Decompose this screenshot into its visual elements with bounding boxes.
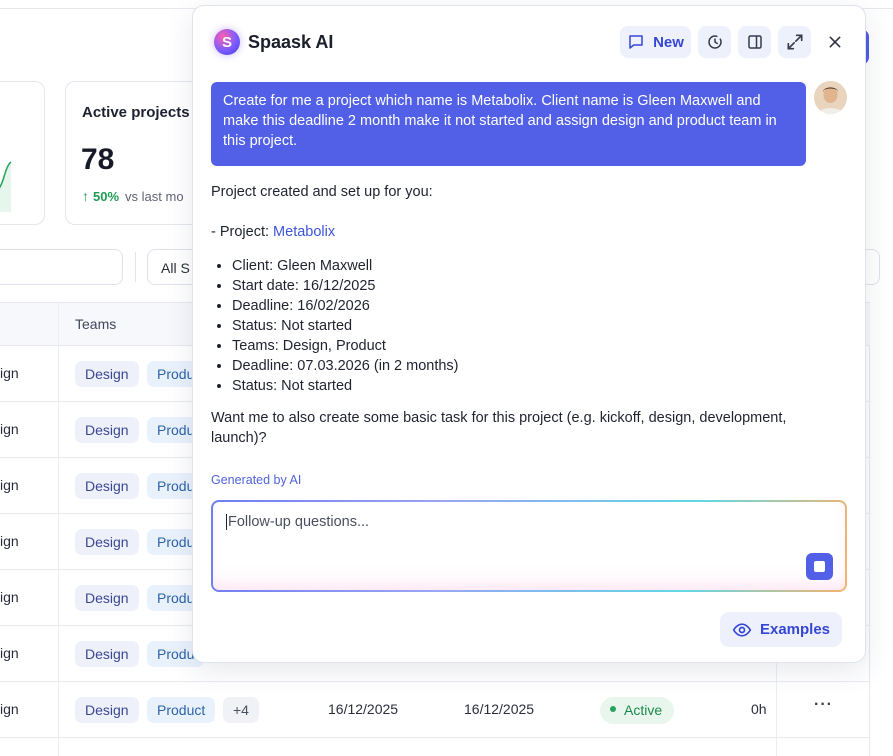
list-item: Status: Not started [232, 376, 831, 396]
team-tag: Design [75, 697, 139, 723]
hours-cell: 0h [751, 701, 767, 717]
project-prefix: - Project: [211, 224, 274, 240]
team-tag: Design [75, 641, 139, 667]
stat-card-partial [0, 81, 45, 225]
reply-intro: Project created and set up for you: [211, 184, 433, 200]
new-chat-label: New [653, 33, 684, 51]
chat-bubble-icon [629, 35, 643, 49]
team-tag: Design [75, 417, 139, 443]
team-cell: ign [0, 533, 19, 549]
reply-question: Want me to also create some basic task f… [211, 410, 787, 446]
table-row[interactable]: ign Design Product +4 16/12/2025 16/12/2… [0, 682, 870, 738]
list-item: Start date: 16/12/2025 [232, 276, 831, 296]
team-cell: ign [0, 645, 19, 661]
reply-project-line: - Project: Metabolix [211, 222, 831, 242]
deadline-cell: 16/12/2025 [464, 701, 535, 717]
team-tag: Design [75, 529, 139, 555]
team-cell: ign [0, 589, 19, 605]
list-item: Status: Not started [232, 316, 831, 336]
close-button[interactable] [819, 26, 851, 58]
status-label: Active [624, 702, 663, 718]
followup-input[interactable] [226, 514, 786, 530]
ai-reply: Project created and set up for you: - Pr… [211, 182, 831, 448]
close-icon [829, 36, 841, 48]
followup-box [211, 500, 847, 592]
history-button[interactable] [698, 26, 731, 58]
trend-label: vs last mo [125, 188, 184, 204]
team-tag: Design [75, 361, 139, 387]
stop-generation-button[interactable] [806, 553, 833, 580]
search-input[interactable] [0, 249, 123, 285]
user-avatar-icon [814, 81, 847, 114]
user-message-bubble: Create for me a project which name is Me… [211, 82, 806, 166]
team-tag: Design [75, 473, 139, 499]
trend-percent: 50% [93, 188, 120, 204]
examples-label: Examples [759, 621, 831, 638]
card-title: Active projects [82, 104, 190, 121]
team-cell: ign [0, 701, 19, 717]
list-item: Deadline: 07.03.2026 (in 2 months) [232, 356, 831, 376]
generated-by-ai-label: Generated by AI [211, 473, 302, 487]
team-cell: ign [0, 421, 19, 437]
expand-icon [787, 34, 802, 50]
team-tag: Design [75, 585, 139, 611]
filter-divider [135, 252, 136, 282]
more-teams-badge[interactable]: +4 [223, 697, 259, 723]
team-cell: ign [0, 365, 19, 381]
list-item: Client: Gleen Maxwell [232, 256, 831, 276]
start-date-cell: 16/12/2025 [328, 701, 399, 717]
status-dot-icon [610, 706, 616, 713]
examples-button[interactable]: Examples [720, 612, 842, 647]
list-item: Deadline: 16/02/2026 [232, 296, 831, 316]
toggle-sidebar-button[interactable] [738, 26, 771, 58]
team-cell: ign [0, 477, 19, 493]
team-tag: Product [147, 697, 216, 723]
card-value: 78 [81, 143, 115, 176]
card-trend: ↑ 50% vs last mo [82, 188, 184, 204]
stop-icon [814, 561, 825, 572]
arrow-up-icon: ↑ [82, 188, 89, 204]
expand-button[interactable] [778, 26, 811, 58]
followup-inner [213, 502, 845, 590]
spaask-logo-icon: S [214, 29, 240, 55]
status-badge: Active [600, 697, 675, 724]
avatar [814, 81, 847, 114]
history-icon [707, 35, 722, 49]
row-menu-icon[interactable]: ··· [814, 696, 833, 714]
teams-column-header[interactable]: Teams [75, 316, 116, 332]
trend-sparkline [0, 161, 12, 212]
new-chat-button[interactable]: New [620, 26, 691, 58]
project-link[interactable]: Metabolix [273, 224, 335, 240]
ai-assistant-panel: S Spaask AI New Create for me a project … [192, 5, 866, 663]
eye-icon [732, 622, 752, 637]
list-item: Teams: Design, Product [232, 336, 831, 356]
project-details-list: Client: Gleen Maxwell Start date: 16/12/… [211, 256, 831, 396]
panel-title: Spaask AI [248, 32, 334, 52]
active-projects-card: Active projects 78 ↑ 50% vs last mo [65, 81, 205, 225]
sidebar-icon [747, 35, 762, 49]
